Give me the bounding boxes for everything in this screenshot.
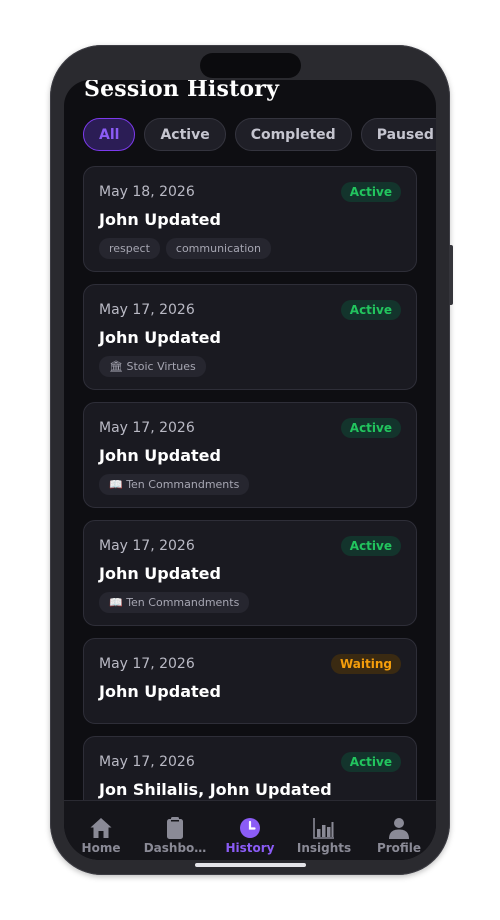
tag-chip: 📖 Ten Commandments: [99, 474, 250, 495]
session-date: May 18, 2026: [99, 184, 195, 200]
nav-home-label: Home: [81, 841, 121, 855]
session-participants: John Updated: [99, 446, 221, 465]
filter-tab-completed[interactable]: Completed: [234, 118, 352, 151]
session-date: May 17, 2026: [99, 420, 195, 436]
session-list: May 18, 2026 Active John Updated respect…: [83, 166, 417, 834]
tag-chip: 🏛 Stoic Virtues: [99, 356, 206, 377]
session-tags: respect communication: [99, 238, 401, 259]
nav-profile-label: Profile: [376, 841, 422, 855]
session-card[interactable]: May 17, 2026 Active John Updated 📖 Ten C…: [83, 520, 417, 626]
nav-history-label: History: [225, 841, 275, 855]
tag-chip: 📖 Ten Commandments: [99, 592, 250, 613]
clipboard-icon: [167, 817, 183, 839]
nav-home[interactable]: Home: [64, 801, 138, 855]
filter-tab-all[interactable]: All: [83, 118, 136, 151]
nav-insights[interactable]: Insights: [287, 801, 361, 855]
session-tags: 🏛 Stoic Virtues: [99, 356, 401, 377]
nav-history[interactable]: History: [213, 801, 287, 855]
status-badge: Active: [340, 752, 401, 772]
status-badge: Waiting: [330, 654, 401, 674]
house-icon: [90, 818, 112, 838]
session-date: May 17, 2026: [99, 656, 195, 672]
nav-profile[interactable]: Profile: [362, 801, 436, 855]
status-badge: Active: [340, 536, 401, 556]
bar-chart-icon: [313, 818, 334, 839]
status-badge: Active: [340, 182, 401, 202]
nav-dashboard[interactable]: Dashbo…: [138, 801, 212, 855]
bottom-tab-bar: Home Dashbo… History Insights Profile: [64, 800, 436, 860]
session-date: May 17, 2026: [99, 754, 195, 770]
session-tags: 📖 Ten Commandments: [99, 474, 401, 495]
nav-dashboard-label: Dashbo…: [143, 841, 207, 855]
session-participants: John Updated: [99, 682, 221, 701]
filter-tab-paused[interactable]: Paused: [360, 118, 436, 151]
camera-notch: [200, 53, 301, 78]
filter-tabs: All Active Completed Paused: [83, 118, 436, 151]
session-participants: John Updated: [99, 210, 221, 229]
session-card[interactable]: May 17, 2026 Active John Updated 🏛 Stoic…: [83, 284, 417, 390]
person-icon: [389, 818, 409, 839]
home-indicator[interactable]: [195, 863, 306, 867]
session-tags: 📖 Ten Commandments: [99, 592, 401, 613]
clock-icon: [240, 818, 260, 838]
app-screen: Session History All Active Completed Pau…: [64, 80, 436, 860]
session-card[interactable]: May 17, 2026 Active John Updated 📖 Ten C…: [83, 402, 417, 508]
tag-chip: respect: [99, 238, 160, 259]
session-participants: Jon Shilalis, John Updated: [99, 780, 332, 799]
session-participants: John Updated: [99, 328, 221, 347]
session-card[interactable]: May 17, 2026 Waiting John Updated: [83, 638, 417, 724]
session-date: May 17, 2026: [99, 538, 195, 554]
page-title: Session History: [84, 80, 280, 102]
session-participants: John Updated: [99, 564, 221, 583]
status-badge: Active: [340, 418, 401, 438]
session-card[interactable]: May 18, 2026 Active John Updated respect…: [83, 166, 417, 272]
phone-side-button: [449, 245, 453, 305]
tag-chip: communication: [165, 238, 271, 259]
filter-tab-active[interactable]: Active: [144, 118, 226, 151]
status-badge: Active: [340, 300, 401, 320]
session-date: May 17, 2026: [99, 302, 195, 318]
nav-insights-label: Insights: [296, 841, 352, 855]
